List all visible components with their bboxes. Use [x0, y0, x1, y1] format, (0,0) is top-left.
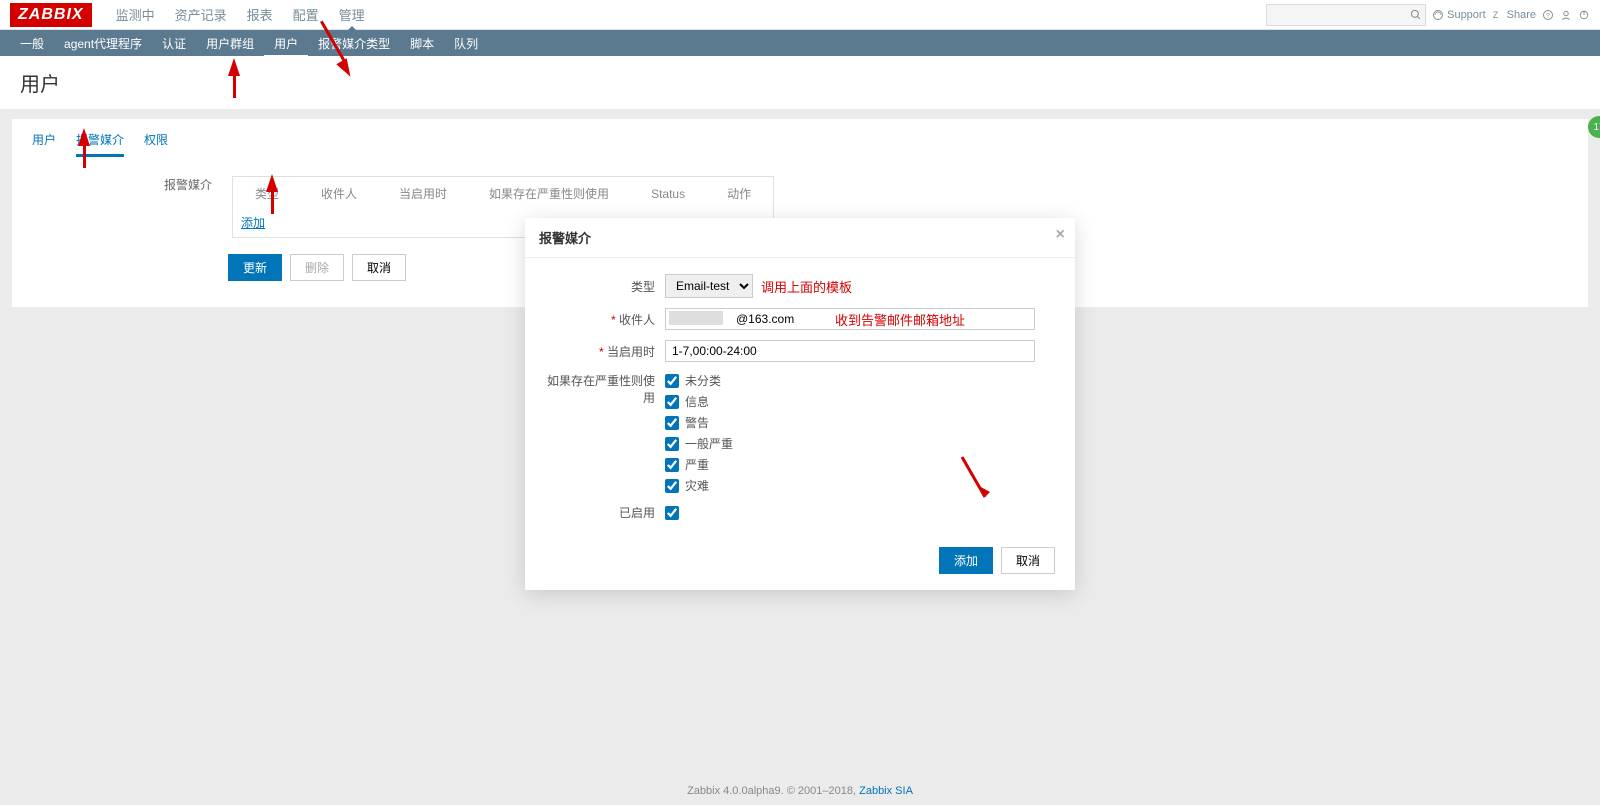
when-label: 当启用时: [545, 343, 665, 360]
search-input[interactable]: [1271, 9, 1410, 21]
arrow-annotation-5: [957, 452, 997, 515]
nav-reports[interactable]: 报表: [237, 0, 283, 31]
media-section-label: 报警媒介: [32, 176, 212, 238]
recipient-annotation: 收到告警邮件邮箱地址: [835, 310, 965, 329]
svg-text:Z: Z: [1492, 10, 1498, 20]
severity-checkbox-2[interactable]: 警告: [665, 414, 733, 431]
cb-average[interactable]: [665, 437, 679, 451]
search-icon: [1410, 9, 1421, 21]
when-input[interactable]: [665, 340, 1035, 362]
arrow-annotation-2: [78, 128, 90, 146]
arrow-annotation-4: [266, 174, 278, 192]
type-annotation: 调用上面的模板: [761, 277, 852, 296]
subnav-agent[interactable]: agent代理程序: [54, 29, 152, 58]
masked-recipient: [669, 311, 723, 325]
page-title: 用户: [0, 56, 1600, 109]
type-select[interactable]: Email-test: [665, 274, 753, 298]
help-icon[interactable]: ?: [1542, 9, 1554, 21]
severity-checkbox-1[interactable]: 信息: [665, 393, 733, 410]
subnav-mediatype[interactable]: 报警媒介类型: [308, 29, 400, 58]
modal-footer: 添加 取消: [525, 547, 1075, 590]
logo[interactable]: ZABBIX: [10, 3, 92, 27]
footer-version: Zabbix 4.0.0alpha9.: [687, 785, 784, 797]
modal-add-button[interactable]: 添加: [939, 547, 993, 574]
th-status: Status: [631, 179, 705, 208]
cb-unclass[interactable]: [665, 374, 679, 388]
cb-high[interactable]: [665, 458, 679, 472]
user-icon[interactable]: [1560, 9, 1572, 21]
tab-permissions[interactable]: 权限: [144, 131, 168, 157]
support-link[interactable]: Support: [1432, 9, 1486, 21]
severity-label: 如果存在严重性则使用: [545, 372, 665, 406]
top-nav: 监测中 资产记录 报表 配置 管理: [106, 0, 375, 31]
cb-disaster[interactable]: [665, 479, 679, 493]
top-right: Support Z Share ?: [1266, 4, 1590, 26]
subnav-user[interactable]: 用户: [264, 29, 308, 58]
delete-button[interactable]: 删除: [290, 254, 344, 281]
severity-checkbox-3[interactable]: 一般严重: [665, 435, 733, 452]
share-label: Share: [1507, 9, 1536, 21]
enabled-checkbox[interactable]: [665, 506, 679, 520]
nav-admin[interactable]: 管理: [329, 0, 375, 31]
arrow-annotation-1: [228, 58, 240, 76]
topbar: ZABBIX 监测中 资产记录 报表 配置 管理 Support Z Share…: [0, 0, 1600, 30]
nav-monitoring[interactable]: 监测中: [106, 0, 165, 31]
subnav-general[interactable]: 一般: [10, 29, 54, 58]
update-button[interactable]: 更新: [228, 254, 282, 281]
type-label: 类型: [545, 278, 665, 295]
th-action: 动作: [707, 179, 771, 208]
notification-badge[interactable]: 17: [1588, 116, 1600, 138]
enabled-label: 已启用: [545, 504, 665, 521]
severity-group: 未分类 信息 警告 一般严重 严重 灾难: [665, 372, 733, 494]
footer-link[interactable]: Zabbix SIA: [859, 785, 913, 797]
modal-cancel-button[interactable]: 取消: [1001, 547, 1055, 574]
footer: Zabbix 4.0.0alpha9. © 2001–2018, Zabbix …: [0, 785, 1600, 797]
sub-nav: 一般 agent代理程序 认证 用户群组 用户 报警媒介类型 脚本 队列: [0, 30, 1600, 56]
svg-text:?: ?: [1546, 12, 1550, 19]
media-modal: 报警媒介 × 类型 Email-test 调用上面的模板 收件人 收到告警邮件邮…: [525, 218, 1075, 590]
footer-copyright: © 2001–2018,: [787, 785, 856, 797]
th-recipient: 收件人: [301, 179, 377, 208]
cb-info[interactable]: [665, 395, 679, 409]
cancel-button[interactable]: 取消: [352, 254, 406, 281]
subnav-auth[interactable]: 认证: [152, 29, 196, 58]
subnav-usergroup[interactable]: 用户群组: [196, 29, 264, 58]
severity-checkbox-4[interactable]: 严重: [665, 456, 733, 473]
z-icon: Z: [1492, 9, 1504, 21]
support-icon: [1432, 9, 1444, 21]
subnav-queue[interactable]: 队列: [444, 29, 488, 58]
severity-checkbox-0[interactable]: 未分类: [665, 372, 733, 389]
severity-checkbox-5[interactable]: 灾难: [665, 477, 733, 494]
cb-warning[interactable]: [665, 416, 679, 430]
modal-title: 报警媒介 ×: [525, 218, 1075, 258]
search-box[interactable]: [1266, 4, 1426, 26]
subnav-scripts[interactable]: 脚本: [400, 29, 444, 58]
th-severity: 如果存在严重性则使用: [469, 179, 629, 208]
th-when: 当启用时: [379, 179, 467, 208]
add-media-link[interactable]: 添加: [235, 210, 271, 235]
user-tabs: 用户 报警媒介 权限: [32, 131, 1568, 158]
recipient-label: 收件人: [545, 311, 665, 328]
close-icon[interactable]: ×: [1056, 226, 1065, 244]
nav-inventory[interactable]: 资产记录: [165, 0, 237, 31]
support-label: Support: [1447, 9, 1486, 21]
modal-title-text: 报警媒介: [539, 231, 591, 246]
tab-user[interactable]: 用户: [32, 131, 56, 157]
share-link[interactable]: Z Share: [1492, 9, 1536, 21]
power-icon[interactable]: [1578, 9, 1590, 21]
